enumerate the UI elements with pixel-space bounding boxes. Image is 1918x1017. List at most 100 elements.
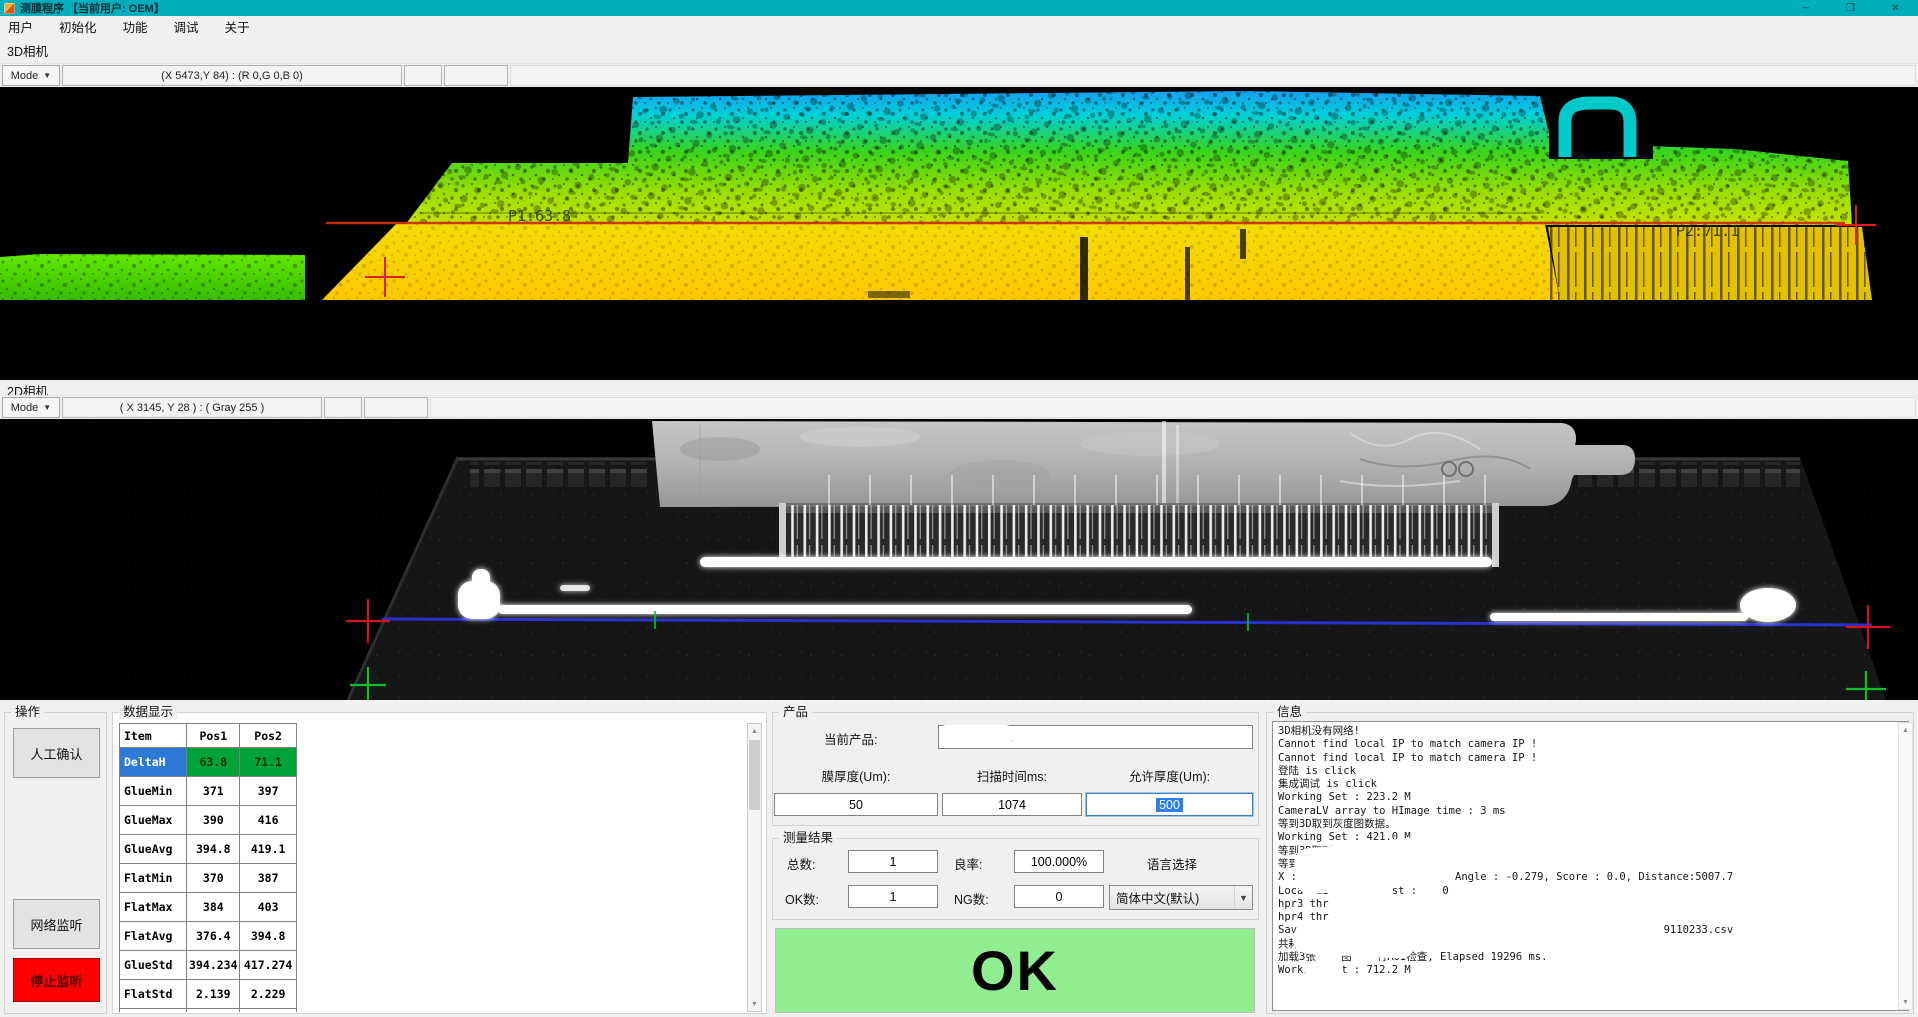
title-bar: 测膜程序 【当前用户: OEM】 ─ ❐ ✕ [0, 0, 1918, 16]
measure-result-group-title: 测量结果 [779, 831, 837, 845]
camera3d-status-cell-2 [404, 65, 442, 86]
camera3d-mode-button-label: Mode [11, 70, 39, 82]
camera3d-mode-button[interactable]: Mode ▼ [2, 65, 60, 86]
menu-bar: 用户 初始化 功能 调试 关于 [0, 16, 1918, 37]
film-thickness-label: 膜厚度(Um): [774, 766, 938, 785]
table-header-row: Item Pos1 Pos2 [120, 724, 297, 748]
table-row-x[interactable]: X 2583.5 7966.7 [120, 1009, 297, 1013]
table-row-glueavg[interactable]: GlueAvg 394.8 419.1 [120, 835, 297, 864]
scroll-down-icon[interactable]: ▼ [1899, 995, 1912, 1009]
window-title: 测膜程序 【当前用户: OEM】 [20, 0, 165, 16]
log-line: 等到3D取到灰度图数据。 [1278, 818, 1894, 831]
measurement-table: Item Pos1 Pos2 DeltaH 63.8 71.1 GlueMin … [119, 723, 297, 1012]
network-listen-button[interactable]: 网络监听 [13, 899, 100, 949]
table-row-flatmax[interactable]: FlatMax 384 403 [120, 893, 297, 922]
allow-thickness-label: 允许厚度(Um): [1086, 766, 1253, 785]
camera3d-mode-bar: Mode ▼ (X 5473,Y 84) : (R 0,G 0,B 0) [0, 63, 1918, 87]
camera2d-mode-button-label: Mode [11, 402, 39, 414]
redaction-mark [940, 725, 1012, 746]
result-status-panel: OK [775, 928, 1255, 1013]
operation-group-title: 操作 [11, 705, 44, 719]
language-select-label: 语言选择 [1147, 854, 1197, 873]
window-controls: ─ ❐ ✕ [1783, 0, 1918, 16]
camera3d-image[interactable]: P1:63.8 P2:71.1 [0, 87, 1918, 380]
minimize-button[interactable]: ─ [1783, 0, 1828, 16]
log-line: Cannot find local IP to match camera IP … [1278, 738, 1894, 751]
camera2d-status-cell-2 [324, 397, 362, 418]
camera2d-status-filler [430, 397, 1916, 418]
selected-text: 500 [1156, 798, 1183, 812]
scrollbar-thumb[interactable] [749, 740, 760, 810]
menu-item-about[interactable]: 关于 [225, 17, 250, 36]
column-header-item: Item [120, 724, 187, 748]
table-row-gluemax[interactable]: GlueMax 390 416 [120, 806, 297, 835]
log-line: Working t : 712.2 M [1278, 964, 1894, 977]
data-display-group: 数据显示 Item Pos1 Pos2 DeltaH 63.8 71.1 Glu… [112, 712, 767, 1014]
log-line: CameraLV array to HImage time : 3 ms [1278, 805, 1894, 818]
menu-item-user[interactable]: 用户 [8, 17, 33, 36]
chevron-down-icon: ▼ [43, 403, 51, 412]
camera2d-mode-bar: Mode ▼ ( X 3145, Y 28 ) : ( Gray 255 ) [0, 395, 1918, 419]
yield-field[interactable]: 100.000% [1014, 850, 1104, 873]
scan-time-field[interactable]: 1074 [942, 793, 1082, 816]
p2-measure-label: P2:71.1 [1676, 222, 1739, 240]
log-line: 集成调试 is click [1278, 778, 1894, 791]
column-header-pos1: Pos1 [187, 724, 240, 748]
total-count-label: 总数: [787, 854, 815, 873]
product-group-title: 产品 [779, 705, 812, 719]
camera2d-mode-button[interactable]: Mode ▼ [2, 397, 60, 418]
p1-measure-label: P1:63.8 [508, 207, 571, 225]
film-thickness-field[interactable]: 50 [774, 793, 938, 816]
total-count-field[interactable]: 1 [848, 850, 938, 873]
log-scrollbar[interactable]: ▲ ▼ [1898, 722, 1913, 1010]
table-scrollbar[interactable]: ▲ ▼ [747, 723, 762, 1012]
maximize-button[interactable]: ❐ [1828, 0, 1873, 16]
language-select-value: 简体中文(默认) [1116, 888, 1199, 907]
allow-thickness-field[interactable]: 500 [1086, 793, 1253, 816]
product-group: 产品 当前产品: g1 膜厚度(Um): 扫描时间ms: 允许厚度(Um): 5… [772, 712, 1259, 826]
log-line: 登陆 is click [1278, 765, 1894, 778]
current-product-label: 当前产品: [824, 729, 877, 748]
camera3d-status-cell-3 [444, 65, 508, 86]
chevron-down-icon: ▼ [43, 71, 51, 80]
app-window: 测膜程序 【当前用户: OEM】 ─ ❐ ✕ 用户 初始化 功能 调试 关于 3… [0, 0, 1918, 1017]
redaction-mark [1292, 923, 1415, 959]
language-select-dropdown[interactable]: 简体中文(默认) ▼ [1109, 885, 1253, 910]
scan-time-label: 扫描时间ms: [942, 766, 1082, 785]
table-row-gluemin[interactable]: GlueMin 371 397 [120, 777, 297, 806]
camera2d-image[interactable] [0, 419, 1918, 700]
log-line: Cannot find local IP to match camera IP … [1278, 752, 1894, 765]
operation-group: 操作 人工确认 网络监听 停止监听 [4, 712, 107, 1014]
ng-count-field[interactable]: 0 [1014, 885, 1104, 908]
table-row-flatavg[interactable]: FlatAvg 376.4 394.8 [120, 922, 297, 951]
menu-item-debug[interactable]: 调试 [174, 17, 199, 36]
menu-item-init[interactable]: 初始化 [59, 17, 97, 36]
scroll-down-icon[interactable]: ▼ [748, 997, 761, 1011]
table-row-flatstd[interactable]: FlatStd 2.139 2.229 [120, 980, 297, 1009]
stop-listen-button[interactable]: 停止监听 [13, 958, 100, 1002]
table-row-gluestd[interactable]: GlueStd 394.234 417.274 [120, 951, 297, 980]
app-icon [4, 3, 15, 14]
table-row-deltah[interactable]: DeltaH 63.8 71.1 [120, 748, 297, 777]
table-row-flatmin[interactable]: FlatMin 370 387 [120, 864, 297, 893]
redaction-mark [1303, 961, 1343, 975]
info-group-title: 信息 [1273, 705, 1306, 719]
manual-confirm-button[interactable]: 人工确认 [13, 728, 100, 778]
ok-count-field[interactable]: 1 [848, 885, 938, 908]
data-display-group-title: 数据显示 [119, 705, 177, 719]
log-line: Working Set : 223.2 M [1278, 791, 1894, 804]
close-button[interactable]: ✕ [1873, 0, 1918, 16]
ok-count-label: OK数: [785, 889, 819, 908]
menu-item-function[interactable]: 功能 [123, 17, 148, 36]
chevron-down-icon: ▼ [1234, 886, 1252, 909]
yield-label: 良率: [954, 854, 982, 873]
camera2d-pixel-status: ( X 3145, Y 28 ) : ( Gray 255 ) [62, 397, 322, 418]
camera3d-pixel-status: (X 5473,Y 84) : (R 0,G 0,B 0) [62, 65, 402, 86]
camera3d-status-filler [510, 65, 1916, 86]
log-line: 3D相机没有网络! [1278, 725, 1894, 738]
ng-count-label: NG数: [954, 889, 989, 908]
scroll-up-icon[interactable]: ▲ [1899, 723, 1912, 737]
scroll-up-icon[interactable]: ▲ [748, 724, 761, 738]
camera2d-status-cell-3 [364, 397, 428, 418]
camera3d-label: 3D相机 [7, 41, 48, 60]
